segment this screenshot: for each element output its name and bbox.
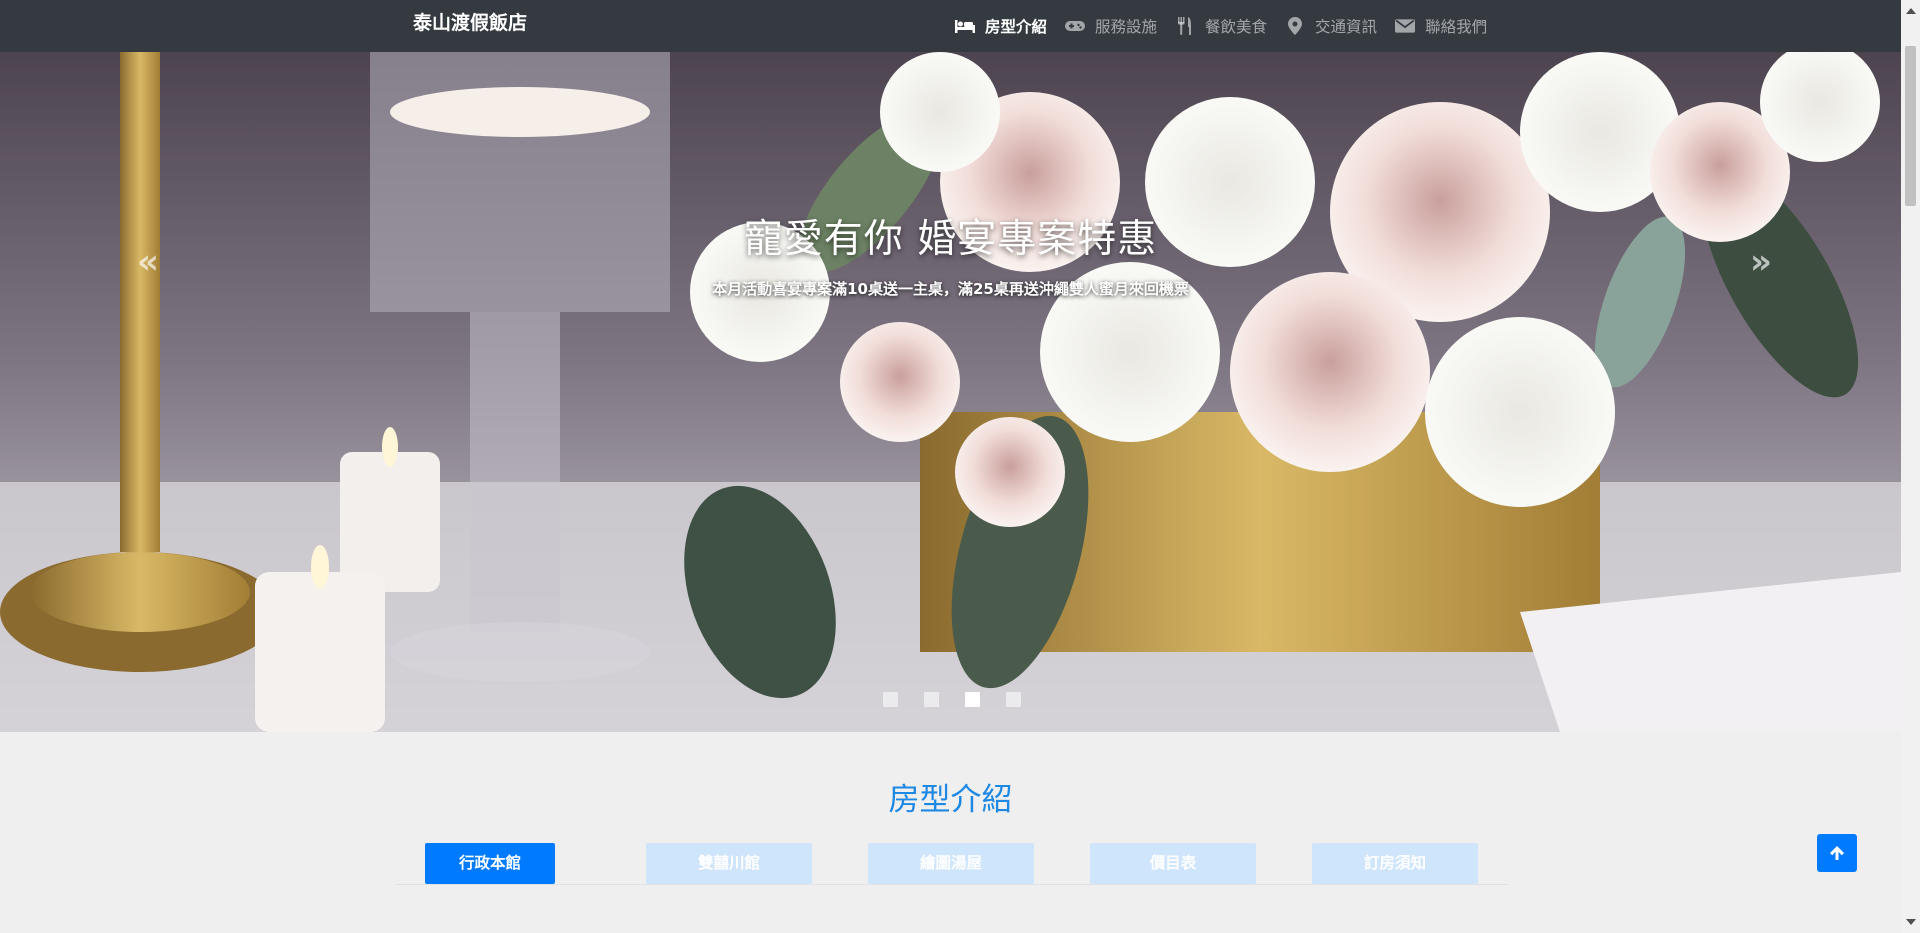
tab-price-list[interactable]: 價目表 (1090, 843, 1256, 884)
section-title: 房型介紹 (888, 782, 1013, 818)
tab-booking-notice[interactable]: 訂房須知 (1312, 843, 1478, 884)
utensils-icon (1178, 17, 1192, 35)
nav-item-label: 聯絡我們 (1425, 18, 1488, 36)
nav-item-label: 房型介紹 (985, 18, 1048, 36)
carousel-indicator-3[interactable] (965, 692, 980, 707)
tab-executive-building[interactable]: 行政本館 (425, 843, 555, 884)
nav-item-facilities[interactable]: 服務設施 (1065, 0, 1157, 52)
carousel-subtitle: 本月活動喜宴專案滿10桌送一主桌，滿25桌再送沖繩雙人蜜月來回機票 (712, 280, 1189, 298)
bed-icon (955, 20, 975, 33)
carousel-indicators (883, 692, 1047, 707)
wedding-floral-image (0, 52, 1901, 732)
scroll-up-arrow[interactable] (1906, 8, 1916, 14)
nav-links: 房型介紹 服務設施 餐飲美食 交通資訊 聯絡我們 (955, 0, 1505, 52)
room-tabs: 行政本館 雙囍川館 繪圖湯屋 價目表 訂房須知 (396, 843, 1508, 885)
brand-logo[interactable]: 泰山渡假飯店 (413, 0, 527, 52)
nav-item-label: 服務設施 (1095, 18, 1158, 36)
carousel-indicator-4[interactable] (1006, 692, 1021, 707)
nav-item-transport[interactable]: 交通資訊 (1285, 0, 1377, 52)
tab-shuangxi-building[interactable]: 雙囍川館 (646, 843, 812, 884)
arrow-up-icon (1830, 846, 1844, 860)
carousel-caption: 寵愛有你 婚宴專案特惠 本月活動喜宴專案滿10桌送一主桌，滿25桌再送沖繩雙人蜜… (0, 212, 1901, 302)
carousel-title: 寵愛有你 婚宴專案特惠 (743, 217, 1158, 262)
carousel-indicator-2[interactable] (924, 692, 939, 707)
nav-item-contact[interactable]: 聯絡我們 (1395, 0, 1487, 52)
nav-item-label: 餐飲美食 (1205, 18, 1268, 36)
tab-painted-hot-spring[interactable]: 繪圖湯屋 (868, 843, 1034, 884)
nav-item-label: 交通資訊 (1315, 18, 1378, 36)
envelope-icon (1395, 19, 1416, 33)
navbar: 泰山渡假飯店 房型介紹 服務設施 餐飲美食 交通資訊 聯絡我們 (0, 0, 1901, 52)
page-scrollbar[interactable] (1901, 0, 1920, 933)
nav-item-rooms[interactable]: 房型介紹 (955, 0, 1047, 52)
hero-carousel: « » 寵愛有你 婚宴專案特惠 本月活動喜宴專案滿10桌送一主桌，滿25桌再送沖… (0, 52, 1901, 732)
scroll-down-arrow[interactable] (1906, 919, 1916, 925)
map-marker-icon (1288, 17, 1303, 35)
scroll-thumb[interactable] (1905, 46, 1916, 206)
carousel-indicator-1[interactable] (883, 692, 898, 707)
nav-item-dining[interactable]: 餐飲美食 (1175, 0, 1267, 52)
back-to-top-button[interactable] (1817, 834, 1857, 872)
gamepad-icon (1065, 21, 1086, 31)
